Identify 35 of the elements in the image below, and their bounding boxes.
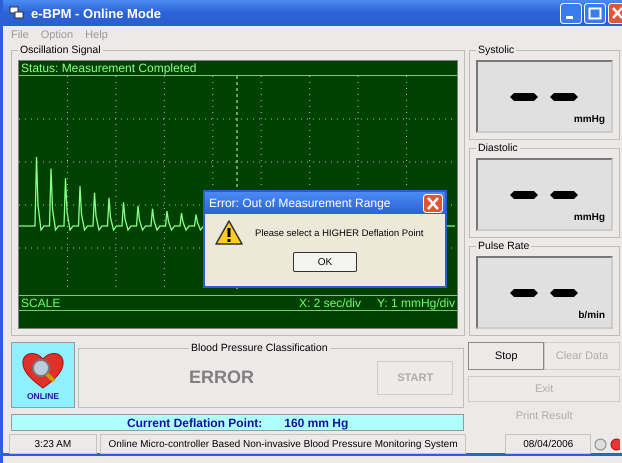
dash-segments-icon xyxy=(510,288,580,298)
dialog-title: Error: Out of Measurement Range xyxy=(209,196,390,210)
unit-label: b/min xyxy=(578,310,605,321)
stop-button[interactable]: Stop xyxy=(468,342,544,370)
warning-icon xyxy=(215,220,243,246)
y-scale-text: Y: 1 mmHg/div xyxy=(376,296,455,310)
group-title: Pulse Rate xyxy=(477,240,530,252)
unit-label: mmHg xyxy=(574,114,605,125)
online-label: ONLINE xyxy=(26,390,60,400)
maximize-button[interactable] xyxy=(584,2,606,24)
deflation-label: Current Deflation Point: xyxy=(126,416,262,430)
dash-segments-icon xyxy=(510,92,580,102)
group-title: Oscillation Signal xyxy=(19,44,102,56)
window-title: e-BPM - Online Mode xyxy=(31,6,162,20)
dash-segments-icon xyxy=(510,190,580,200)
close-button[interactable] xyxy=(608,2,622,24)
unit-label: mmHg xyxy=(574,212,605,223)
lamp-icon xyxy=(594,438,608,450)
deflation-value: 160 mm Hg xyxy=(284,416,348,430)
x-scale-text: X: 2 sec/div xyxy=(298,296,361,310)
scale-label: SCALE xyxy=(21,296,60,310)
status-message: Online Micro-controller Based Non-invasive Blood Pressure Monitoring System xyxy=(100,434,466,454)
status-text: Status: Measurement Completed xyxy=(21,61,196,75)
group-title: Blood Pressure Classification xyxy=(190,342,329,354)
close-button[interactable] xyxy=(423,194,443,212)
lamp-icon xyxy=(610,438,620,450)
group-title: Systolic xyxy=(477,44,516,56)
dialog-message: Please select a HIGHER Deflation Point xyxy=(255,228,424,238)
status-date: 08/04/2006 xyxy=(505,434,592,454)
app-icon xyxy=(9,6,25,20)
classification-result: ERROR xyxy=(189,367,254,388)
group-title: Diastolic xyxy=(477,142,519,154)
status-time: 3:23 AM xyxy=(9,434,97,454)
ok-button[interactable]: OK xyxy=(293,252,357,272)
minimize-button[interactable] xyxy=(560,2,582,24)
